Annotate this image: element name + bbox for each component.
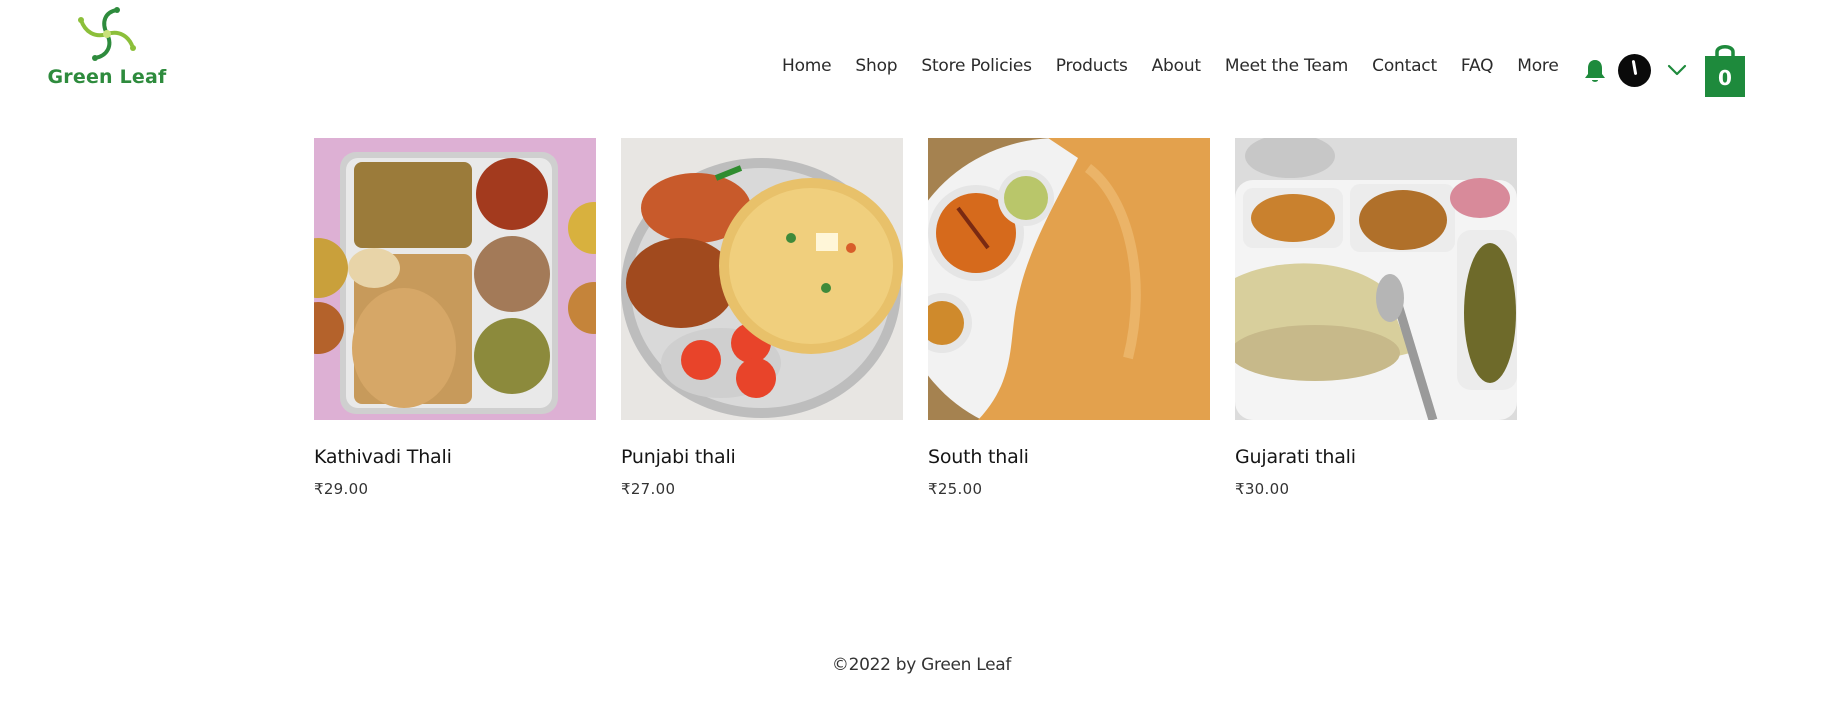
- product-card[interactable]: Gujarati thali ₹30.00: [1235, 138, 1517, 498]
- bell-icon[interactable]: [1583, 58, 1607, 84]
- product-image[interactable]: [314, 138, 596, 420]
- logo-text: Green Leaf: [47, 66, 167, 88]
- avatar[interactable]: [1618, 54, 1651, 87]
- product-price: ₹30.00: [1235, 480, 1290, 498]
- product-image[interactable]: [621, 138, 903, 420]
- product-name[interactable]: South thali: [928, 446, 1210, 468]
- product-image[interactable]: [928, 138, 1210, 420]
- chevron-down-icon[interactable]: [1667, 63, 1687, 77]
- product-card[interactable]: Kathivadi Thali ₹29.00: [314, 138, 596, 498]
- product-price: ₹29.00: [314, 480, 369, 498]
- product-price: ₹25.00: [928, 480, 983, 498]
- product-name[interactable]: Gujarati thali: [1235, 446, 1517, 468]
- product-card[interactable]: Punjabi thali ₹27.00: [621, 138, 903, 498]
- product-name[interactable]: Kathivadi Thali: [314, 446, 596, 468]
- nav-item-products[interactable]: Products: [1044, 56, 1140, 76]
- main-navigation: Home Shop Store Policies Products About …: [770, 56, 1571, 76]
- nav-item-home[interactable]: Home: [770, 56, 843, 76]
- nav-item-about[interactable]: About: [1140, 56, 1213, 76]
- product-image[interactable]: [1235, 138, 1517, 420]
- product-price: ₹27.00: [621, 480, 676, 498]
- nav-item-contact[interactable]: Contact: [1360, 56, 1449, 76]
- cart-count: 0: [1718, 66, 1732, 90]
- product-name[interactable]: Punjabi thali: [621, 446, 903, 468]
- nav-item-faq[interactable]: FAQ: [1449, 56, 1505, 76]
- nav-item-more[interactable]: More: [1505, 56, 1570, 76]
- product-card[interactable]: South thali ₹25.00: [928, 138, 1210, 498]
- leaf-swirl-logo-icon: [78, 7, 136, 61]
- product-grid: Kathivadi Thali ₹29.00 Punjabi thali ₹27…: [314, 138, 1517, 498]
- avatar-mark: [1631, 59, 1638, 76]
- cart-button[interactable]: 0: [1704, 42, 1746, 98]
- nav-item-store-policies[interactable]: Store Policies: [909, 56, 1043, 76]
- footer-copyright: ©2022 by Green Leaf: [831, 655, 1012, 675]
- site-logo[interactable]: Green Leaf: [42, 6, 172, 94]
- page: Green Leaf Home Shop Store Policies Prod…: [0, 0, 1843, 701]
- nav-item-meet-the-team[interactable]: Meet the Team: [1213, 56, 1360, 76]
- nav-item-shop[interactable]: Shop: [843, 56, 909, 76]
